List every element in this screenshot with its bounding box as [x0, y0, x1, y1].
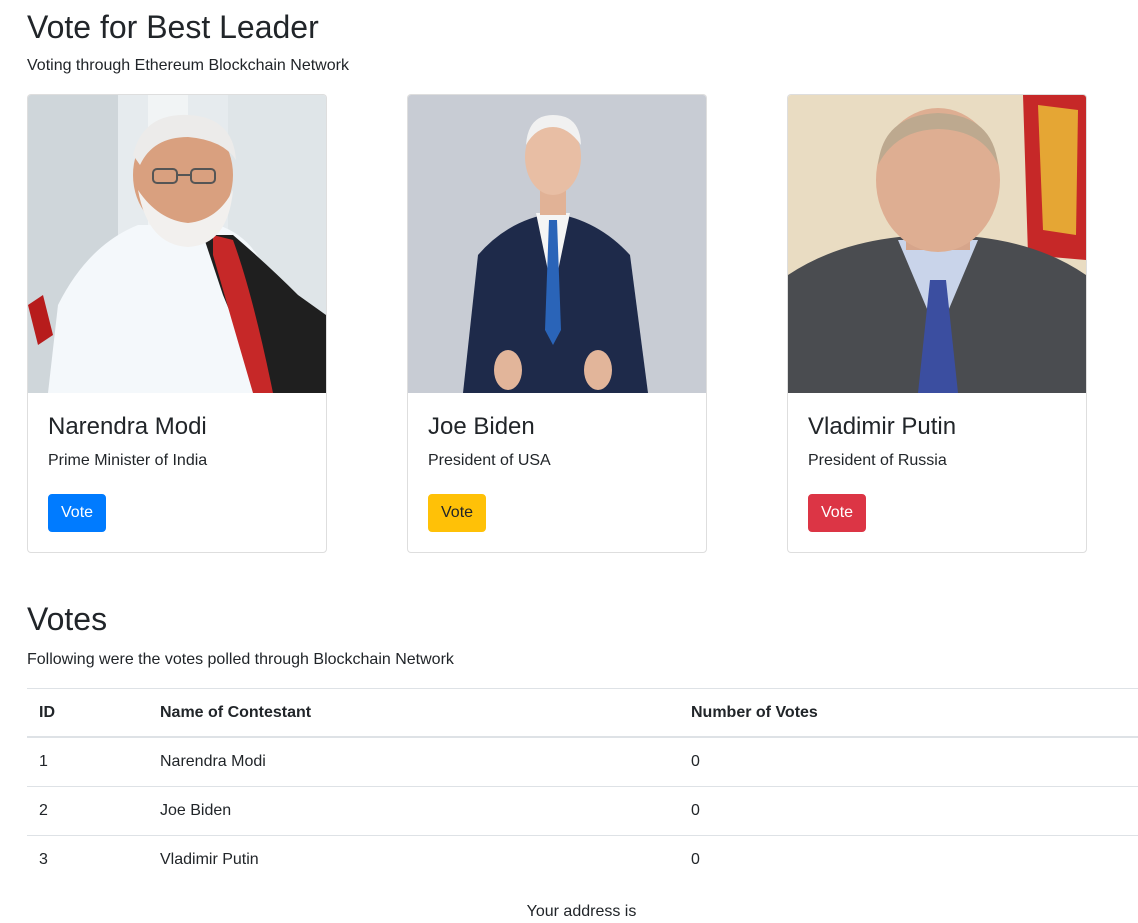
candidate-name: Joe Biden — [428, 413, 535, 440]
column-header-name: Name of Contestant — [148, 688, 679, 738]
candidate-cards: Narendra Modi Prime Minister of India Vo… — [27, 94, 1087, 553]
vote-button-biden[interactable]: Vote — [428, 494, 487, 532]
column-header-votes: Number of Votes — [679, 688, 1138, 738]
candidate-card-modi: Narendra Modi Prime Minister of India Vo… — [27, 94, 327, 553]
table-row: 2 Joe Biden 0 — [27, 786, 1138, 836]
cell-id: 1 — [27, 736, 148, 787]
votes-subtitle: Following were the votes polled through … — [27, 651, 454, 668]
candidate-photo-modi — [28, 95, 326, 393]
vote-button-putin[interactable]: Vote — [808, 494, 867, 532]
cell-votes: 0 — [679, 736, 1138, 787]
page: Vote for Best Leader Voting through Ethe… — [0, 0, 1138, 923]
cell-votes: 0 — [679, 786, 1138, 836]
column-header-id: ID — [27, 688, 148, 738]
cell-votes: 0 — [679, 835, 1138, 884]
cell-id: 2 — [27, 786, 148, 836]
vote-button-modi[interactable]: Vote — [48, 494, 107, 532]
candidate-card-putin: Vladimir Putin President of Russia Vote — [787, 94, 1087, 553]
cell-name: Vladimir Putin — [148, 835, 679, 884]
cell-name: Joe Biden — [148, 786, 679, 836]
cell-name: Narendra Modi — [148, 736, 679, 787]
candidate-photo-putin — [788, 95, 1086, 393]
table-row: 3 Vladimir Putin 0 — [27, 835, 1138, 884]
candidate-card-biden: Joe Biden President of USA Vote — [407, 94, 707, 553]
candidate-role: President of USA — [428, 452, 551, 469]
card-body: Vladimir Putin President of Russia Vote — [808, 413, 1066, 532]
candidate-role: Prime Minister of India — [48, 452, 208, 469]
candidate-role: President of Russia — [808, 452, 947, 469]
card-body: Joe Biden President of USA Vote — [428, 413, 686, 532]
cell-id: 3 — [27, 835, 148, 884]
candidate-name: Narendra Modi — [48, 413, 207, 440]
votes-table: ID Name of Contestant Number of Votes 1 … — [27, 688, 1138, 884]
table-row: 1 Narendra Modi 0 — [27, 736, 1138, 787]
candidate-photo-biden — [408, 95, 706, 393]
votes-title: Votes — [27, 601, 108, 637]
account-address-label: Your address is — [526, 903, 637, 920]
page-title: Vote for Best Leader — [27, 9, 319, 45]
table-header-row: ID Name of Contestant Number of Votes — [27, 688, 1138, 738]
page-subtitle: Voting through Ethereum Blockchain Netwo… — [27, 57, 349, 74]
card-body: Narendra Modi Prime Minister of India Vo… — [48, 413, 306, 532]
candidate-name: Vladimir Putin — [808, 413, 957, 440]
